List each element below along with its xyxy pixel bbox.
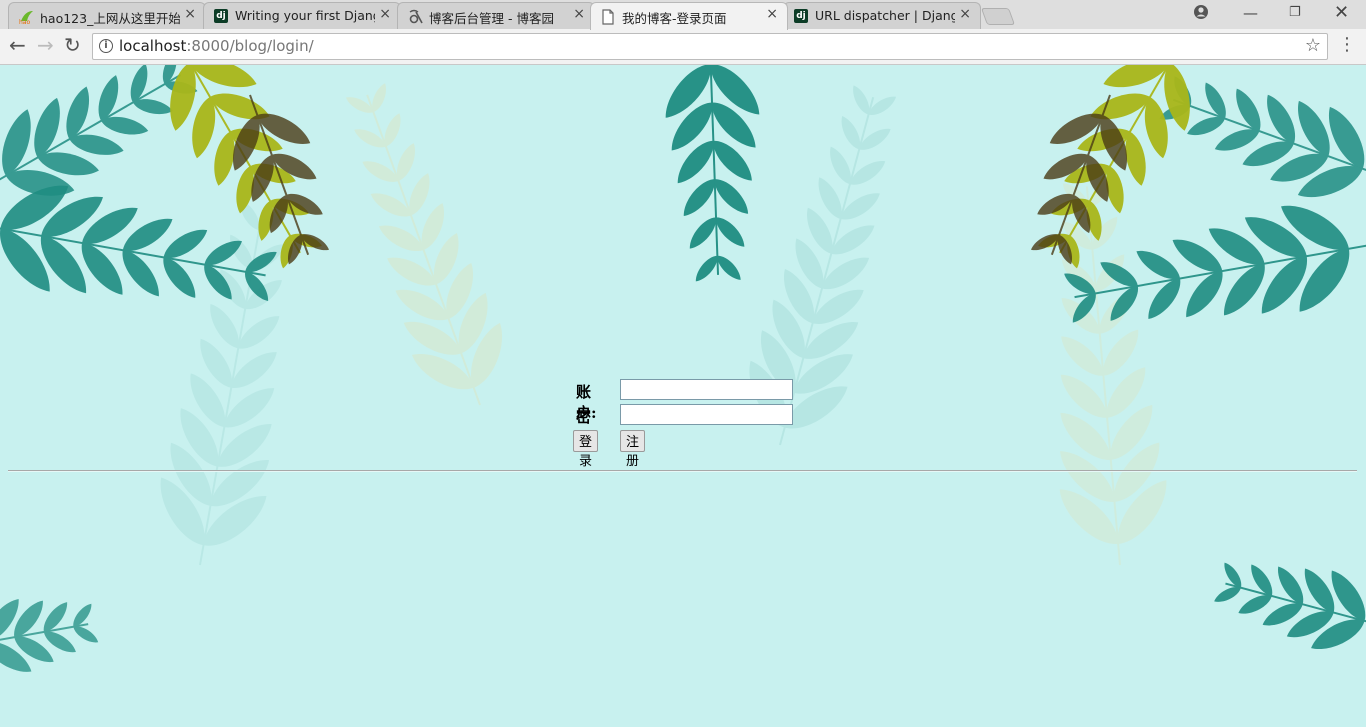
url-text[interactable]: localhost:8000/blog/login/ — [119, 37, 314, 55]
login-button[interactable]: 登录 — [573, 430, 599, 469]
tab-title: 博客后台管理 - 博客园 — [429, 11, 554, 26]
close-window-icon[interactable]: ✕ — [1334, 2, 1349, 23]
svg-text:hao: hao — [19, 19, 30, 25]
password-input[interactable] — [620, 404, 793, 425]
reload-icon[interactable]: ↻ — [64, 35, 81, 55]
browser-menu-icon[interactable]: ⋮ — [1338, 34, 1356, 56]
close-tab-icon[interactable]: × — [766, 6, 778, 22]
close-tab-icon[interactable]: × — [379, 6, 391, 22]
profile-icon[interactable] — [1193, 4, 1209, 24]
url-path: :8000/blog/login/ — [186, 37, 314, 55]
forward-arrow-icon[interactable]: → — [37, 35, 54, 55]
django-icon: dj — [214, 9, 228, 23]
bookmark-star-icon[interactable]: ☆ — [1305, 35, 1321, 56]
tab-my-blog-login[interactable]: 我的博客-登录页面 × — [590, 2, 788, 30]
address-bar[interactable]: i localhost:8000/blog/login/ ☆ — [92, 33, 1328, 60]
new-tab-button[interactable] — [980, 8, 1016, 25]
minimize-icon[interactable]: — — [1243, 4, 1258, 22]
tab-url-dispatcher[interactable]: dj URL dispatcher | Djang × — [783, 2, 981, 29]
browser-toolbar: ← → ↻ i localhost:8000/blog/login/ ☆ ⋮ — [0, 29, 1366, 65]
tab-title: URL dispatcher | Djang — [815, 8, 955, 23]
django-icon: dj — [794, 9, 808, 23]
info-icon[interactable]: i — [99, 39, 113, 53]
horizontal-divider — [8, 470, 1357, 472]
account-input[interactable] — [620, 379, 793, 400]
page-body: 账户: 密码: 登录 注册 — [0, 65, 1366, 727]
page-icon — [601, 9, 615, 25]
close-tab-icon[interactable]: × — [573, 6, 585, 22]
cnblogs-icon — [408, 9, 423, 24]
tab-title: Writing your first Djang — [235, 8, 375, 23]
hao123-icon: hao — [19, 9, 33, 26]
tab-title: 我的博客-登录页面 — [622, 11, 727, 26]
tab-django-tutorial[interactable]: dj Writing your first Djang × — [203, 2, 401, 29]
url-host: localhost — [119, 37, 187, 55]
close-tab-icon[interactable]: × — [184, 6, 196, 22]
tab-strip: hao hao123_上网从这里开始 × dj Writing your fir… — [0, 0, 1366, 30]
tab-title: hao123_上网从这里开始 — [40, 11, 180, 26]
tab-cnblogs-admin[interactable]: 博客后台管理 - 博客园 × — [397, 2, 595, 29]
register-button[interactable]: 注册 — [620, 430, 646, 469]
tab-hao123[interactable]: hao hao123_上网从这里开始 × — [8, 2, 206, 29]
back-arrow-icon[interactable]: ← — [9, 35, 26, 55]
close-tab-icon[interactable]: × — [959, 6, 971, 22]
restore-icon[interactable]: ❐ — [1289, 5, 1301, 20]
